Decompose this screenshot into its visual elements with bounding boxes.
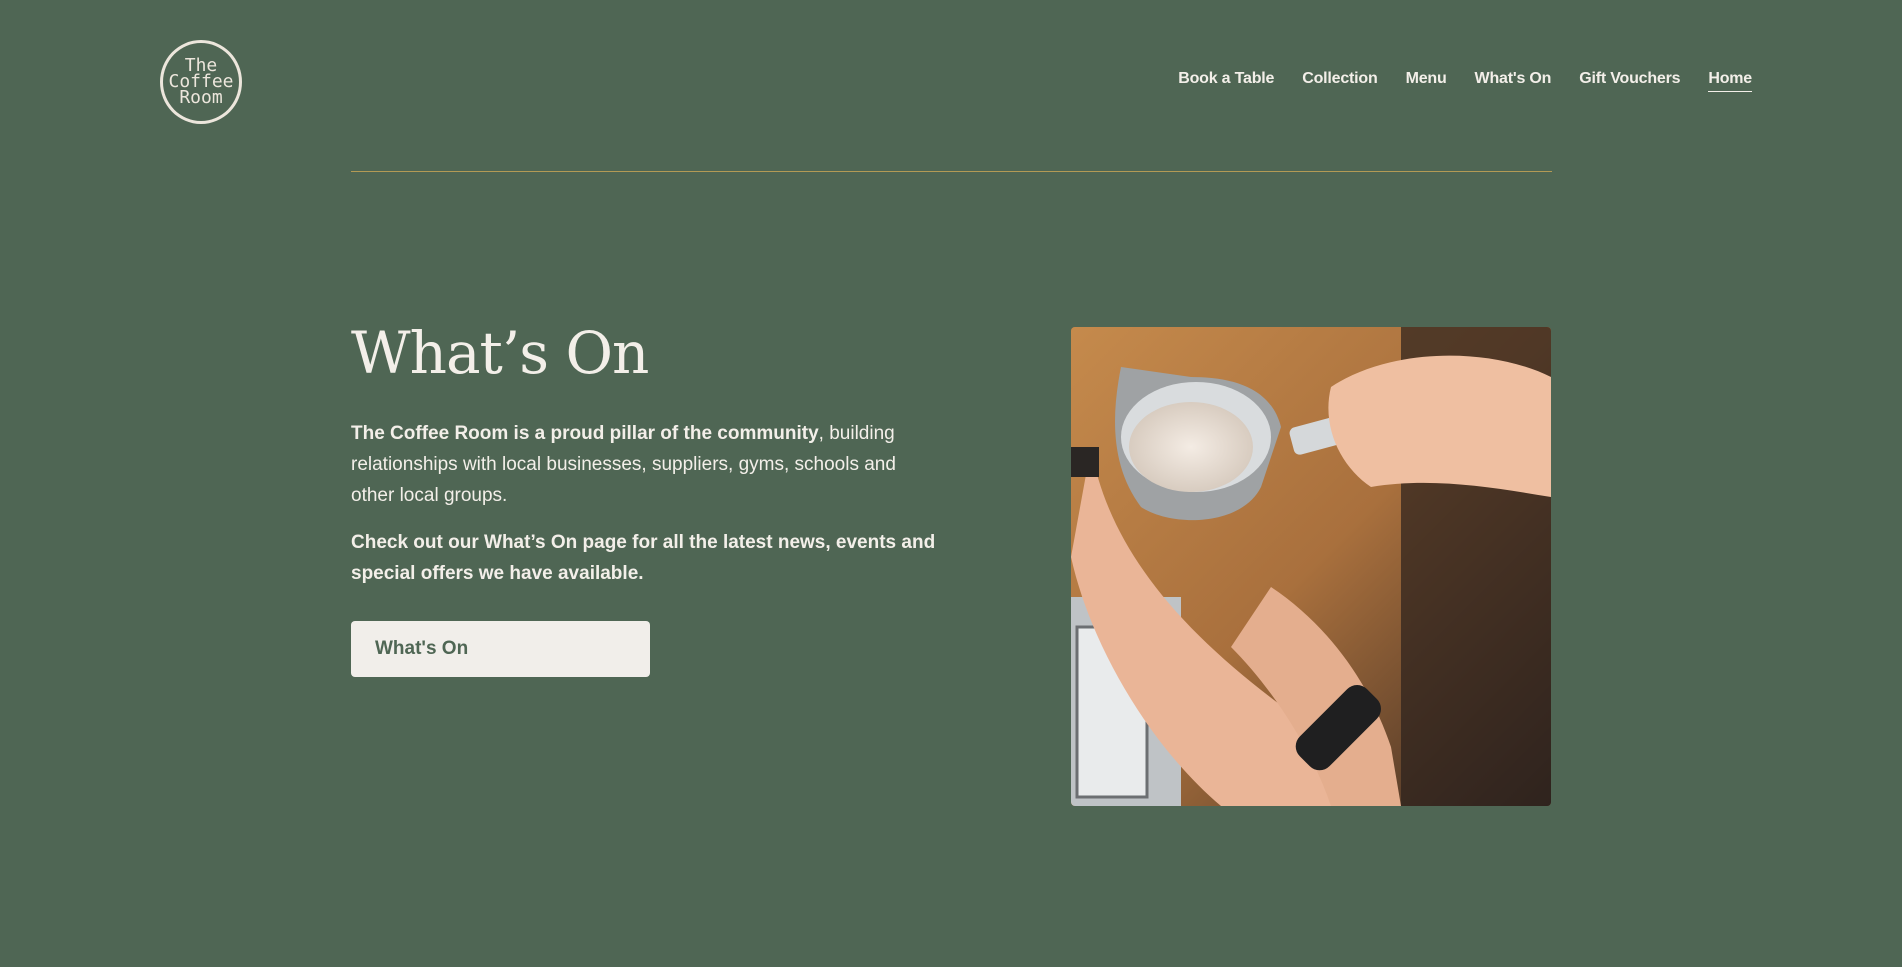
whats-on-button[interactable]: What's On — [351, 621, 650, 677]
page-title: What’s On — [351, 319, 649, 387]
latte-pouring-photo — [1071, 327, 1551, 806]
nav-menu[interactable]: Menu — [1406, 70, 1447, 92]
latte-art-image — [1071, 327, 1551, 806]
intro-bold-text: The Coffee Room is a proud pillar of the… — [351, 423, 819, 444]
intro-paragraph: The Coffee Room is a proud pillar of the… — [351, 418, 941, 511]
nav-home[interactable]: Home — [1708, 70, 1752, 92]
nav-whats-on[interactable]: What's On — [1475, 70, 1552, 92]
cta-paragraph: Check out our What’s On page for all the… — [351, 532, 936, 584]
coffee-room-logo[interactable]: The Coffee Room — [160, 40, 242, 124]
nav-collection[interactable]: Collection — [1302, 70, 1378, 92]
logo-line-3: Room — [179, 87, 223, 108]
nav-book-a-table[interactable]: Book a Table — [1178, 70, 1274, 92]
main-navigation: Book a Table Collection Menu What's On G… — [1150, 70, 1752, 92]
header-divider — [351, 171, 1552, 172]
nav-gift-vouchers[interactable]: Gift Vouchers — [1579, 70, 1680, 92]
